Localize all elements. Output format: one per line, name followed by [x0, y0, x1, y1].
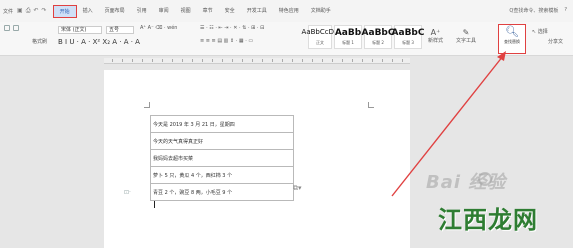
- annotation-arrow-head: [497, 51, 506, 61]
- baidu-jingyan-watermark: Bai 经验: [426, 172, 507, 193]
- baidu-paw-icon: [478, 172, 492, 186]
- wps-writer-window: 文件 ▣ ⎙ ↶ ↷ 开始 插入 页面布局 引用 审阅 视图 章节 安全 开发工具 特色应用 文档助…: [0, 0, 573, 248]
- jiangxi-longwang-logo: 江西龙网: [438, 205, 538, 234]
